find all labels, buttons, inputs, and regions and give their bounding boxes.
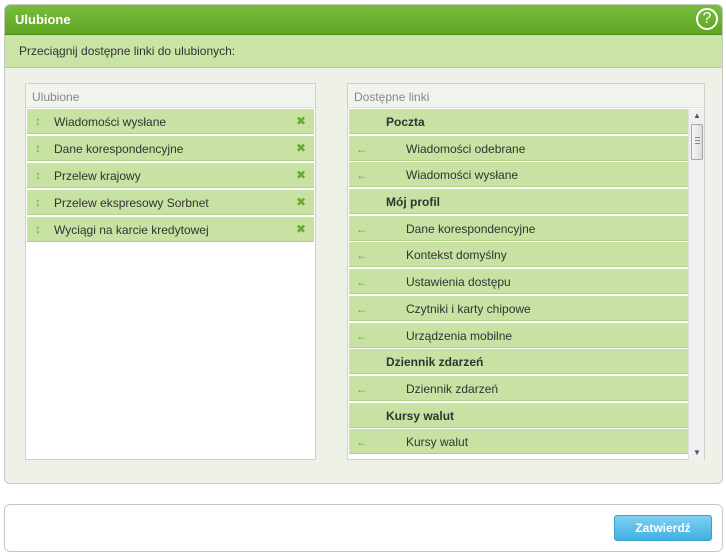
remove-icon[interactable]: ✖ bbox=[296, 168, 306, 182]
available-links-panel-header: Dostępne linki bbox=[348, 84, 704, 108]
drag-handle-icon[interactable]: ↕ bbox=[35, 114, 41, 128]
available-links-panel: Dostępne linki Poczta ← Wiadomości odebran… bbox=[347, 83, 705, 460]
add-to-favorites-arrow-icon[interactable]: ← bbox=[356, 275, 368, 289]
link-group-label: Kursy walut bbox=[386, 408, 455, 423]
drag-handle-icon[interactable]: ↕ bbox=[35, 168, 41, 182]
favorite-item-label: Przelew krajowy bbox=[54, 169, 141, 183]
link-group-header: Dziennik zdarzeń bbox=[349, 349, 689, 375]
favorite-item[interactable]: ↕ Dane korespondencyjne ✖ bbox=[27, 136, 314, 161]
favorites-list: ↕ Wiadomości wysłane ✖ ↕ Dane korespondencyj… bbox=[26, 108, 315, 242]
favorites-dialog: Ulubione ? Przeciągnij dostępne linki do… bbox=[4, 4, 723, 484]
available-link-item[interactable]: ← Urządzenia mobilne bbox=[349, 322, 689, 348]
favorites-panel-header: Ulubione bbox=[26, 84, 315, 108]
add-to-favorites-arrow-icon[interactable]: ← bbox=[356, 248, 368, 262]
available-link-label: Kontekst domyślny bbox=[406, 248, 507, 263]
vertical-scrollbar[interactable]: ▲ ▼ bbox=[688, 109, 704, 460]
scroll-up-arrow-icon[interactable]: ▲ bbox=[689, 109, 705, 123]
drag-handle-icon[interactable]: ↕ bbox=[35, 141, 41, 155]
favorites-panel: Ulubione ↕ Wiadomości wysłane ✖ ↕ Dane kores… bbox=[25, 83, 316, 460]
favorite-item-label: Przelew ekspresowy Sorbnet bbox=[54, 196, 209, 210]
available-link-label: Dziennik zdarzeń bbox=[406, 381, 499, 396]
available-link-label: Urządzenia mobilne bbox=[406, 328, 513, 343]
available-link-item[interactable]: ← Kursy walut bbox=[349, 429, 689, 455]
add-to-favorites-arrow-icon[interactable]: ← bbox=[356, 142, 368, 156]
instruction-text: Przeciągnij dostępne linki do ulubionych… bbox=[5, 35, 722, 68]
favorite-item[interactable]: ↕ Przelew ekspresowy Sorbnet ✖ bbox=[27, 190, 314, 215]
available-link-item[interactable]: ← Wiadomości odebrane bbox=[349, 135, 689, 161]
remove-icon[interactable]: ✖ bbox=[296, 114, 306, 128]
available-link-item[interactable]: ← Czytniki i karty chipowe bbox=[349, 295, 689, 321]
help-icon[interactable]: ? bbox=[696, 8, 718, 30]
favorite-item-label: Dane korespondencyjne bbox=[54, 142, 184, 156]
available-link-label: Ustawienia dostępu bbox=[406, 275, 511, 290]
drag-handle-icon[interactable]: ↕ bbox=[35, 222, 41, 236]
favorite-item[interactable]: ↕ Wyciągi na karcie kredytowej ✖ bbox=[27, 217, 314, 242]
add-to-favorites-arrow-icon[interactable]: ← bbox=[356, 329, 368, 343]
add-to-favorites-arrow-icon[interactable]: ← bbox=[356, 168, 368, 182]
available-link-label: Dane korespondencyjne bbox=[406, 221, 536, 236]
available-links-list[interactable]: Poczta ← Wiadomości odebrane ← Wiadomości wy… bbox=[348, 109, 689, 460]
remove-icon[interactable]: ✖ bbox=[296, 141, 306, 155]
available-link-item[interactable]: ← Ustawienia dostępu bbox=[349, 269, 689, 295]
link-group-label: Poczta bbox=[386, 115, 425, 129]
dialog-titlebar: Ulubione ? bbox=[5, 5, 722, 35]
link-group-label: Mój profil bbox=[386, 195, 440, 210]
available-link-item[interactable]: ← Dane korespondencyjne bbox=[349, 215, 689, 241]
favorite-item-label: Wyciągi na karcie kredytowej bbox=[54, 223, 209, 237]
remove-icon[interactable]: ✖ bbox=[296, 222, 306, 236]
available-link-item[interactable]: ← Wiadomości wysłane bbox=[349, 162, 689, 188]
remove-icon[interactable]: ✖ bbox=[296, 195, 306, 209]
scroll-down-arrow-icon[interactable]: ▼ bbox=[689, 446, 705, 460]
add-to-favorites-arrow-icon[interactable]: ← bbox=[356, 222, 368, 236]
drag-handle-icon[interactable]: ↕ bbox=[35, 195, 41, 209]
add-to-favorites-arrow-icon[interactable]: ← bbox=[356, 435, 368, 449]
favorite-item[interactable]: ↕ Przelew krajowy ✖ bbox=[27, 163, 314, 188]
favorite-item-label: Wiadomości wysłane bbox=[54, 115, 167, 129]
available-link-item[interactable]: ← Dziennik zdarzeń bbox=[349, 375, 689, 401]
available-link-item[interactable]: ← Kontekst domyślny bbox=[349, 242, 689, 268]
link-group-header: Poczta bbox=[349, 109, 689, 134]
confirm-button[interactable]: Zatwierdź bbox=[614, 515, 712, 541]
available-link-label: Wiadomości odebrane bbox=[406, 141, 526, 156]
scroll-thumb[interactable] bbox=[691, 124, 703, 160]
available-link-label: Kursy walut bbox=[406, 435, 469, 450]
favorite-item[interactable]: ↕ Wiadomości wysłane ✖ bbox=[27, 109, 314, 134]
link-group-header: Kursy walut bbox=[349, 402, 689, 428]
available-link-label: Wiadomości wysłane bbox=[406, 168, 519, 183]
link-group-label: Dziennik zdarzeń bbox=[386, 355, 484, 370]
link-group-header: Mój profil bbox=[349, 189, 689, 215]
add-to-favorites-arrow-icon[interactable]: ← bbox=[356, 382, 368, 396]
dialog-title: Ulubione bbox=[15, 12, 71, 27]
available-link-label: Czytniki i karty chipowe bbox=[406, 301, 531, 316]
add-to-favorites-arrow-icon[interactable]: ← bbox=[356, 302, 368, 316]
dialog-footer: Zatwierdź bbox=[4, 504, 723, 552]
